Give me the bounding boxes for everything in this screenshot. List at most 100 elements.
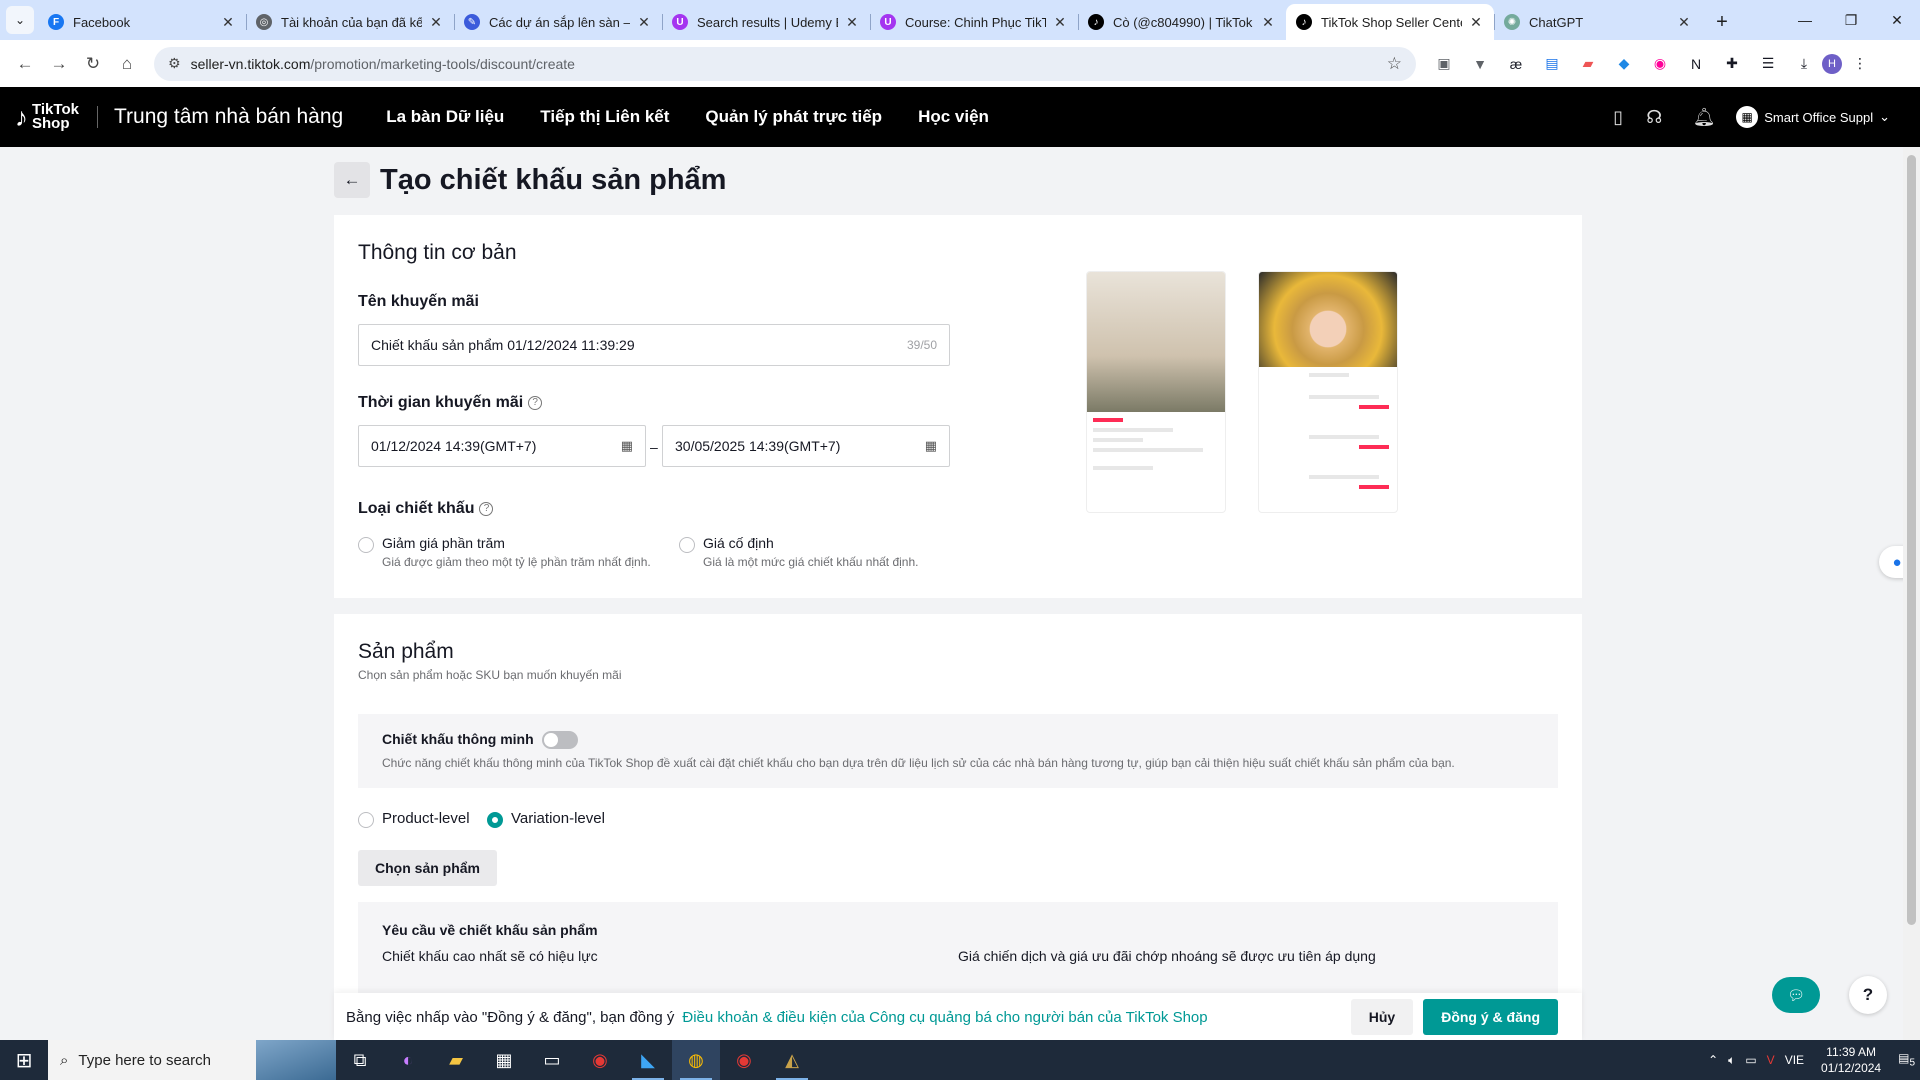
tray-chevron-icon[interactable]: ⌃ <box>1708 1053 1718 1067</box>
nav-affiliate[interactable]: Tiếp thị Liên kết <box>540 107 669 127</box>
browser-menu-icon[interactable]: ⋮ <box>1842 49 1878 79</box>
radio-product-level[interactable]: Product-level <box>358 810 470 828</box>
new-tab-button[interactable]: + <box>1708 8 1736 36</box>
nav-data-compass[interactable]: La bàn Dữ liệu <box>386 107 504 127</box>
tab-close-icon[interactable]: ✕ <box>220 14 236 31</box>
app-red-icon[interactable]: ◉ <box>576 1040 624 1080</box>
clock[interactable]: 11:39 AM 01/12/2024 <box>1821 1044 1881 1076</box>
close-window-button[interactable]: ✕ <box>1874 0 1920 40</box>
minimize-button[interactable]: — <box>1782 0 1828 40</box>
copilot-icon[interactable]: ◐ <box>384 1040 432 1080</box>
back-nav-icon[interactable]: ← <box>8 47 42 81</box>
browser-tab[interactable]: ♪ Cò (@c804990) | TikTok ✕ <box>1078 4 1286 40</box>
notification-bell-icon[interactable]: 🔔︎ <box>1686 107 1722 128</box>
support-headset-icon[interactable]: ☊ <box>1636 107 1672 128</box>
notification-center-icon[interactable]: ▤5 <box>1898 1051 1915 1068</box>
nav-academy[interactable]: Học viện <box>918 107 989 127</box>
extension-orange-icon[interactable]: ◉ <box>1642 49 1678 79</box>
extensions-puzzle-icon[interactable]: ✚ <box>1714 49 1750 79</box>
restore-button[interactable]: ❐ <box>1828 0 1874 40</box>
browser-tab[interactable]: ◎ Tài khoản của bạn đã kết nối ✕ <box>246 4 454 40</box>
chat-bubble-icon[interactable]: 💬︎ <box>1772 977 1820 1013</box>
network-icon[interactable]: ▭ <box>1745 1053 1756 1067</box>
cancel-button[interactable]: Hủy <box>1350 999 1414 1035</box>
reload-icon[interactable]: ↻ <box>76 47 110 81</box>
select-products-button[interactable]: Chọn sản phẩm <box>358 850 498 886</box>
help-icon[interactable]: ? <box>479 501 494 516</box>
page-scrollbar[interactable] <box>1903 147 1920 1040</box>
app-red2-icon[interactable]: ◉ <box>720 1040 768 1080</box>
radio-circle[interactable] <box>358 537 374 553</box>
tab-close-icon[interactable]: ✕ <box>1676 14 1692 31</box>
terms-link[interactable]: Điều khoản & điều kiện của Công cụ quảng… <box>682 1009 1207 1026</box>
game-app-icon[interactable]: ◭ <box>768 1040 816 1080</box>
browser-tab[interactable]: ✺ ChatGPT ✕ <box>1494 4 1702 40</box>
store-icon[interactable]: ▦ <box>480 1040 528 1080</box>
forward-nav-icon[interactable]: → <box>42 47 76 81</box>
browser-tab[interactable]: F Facebook ✕ <box>38 4 246 40</box>
promo-name-label: Tên khuyến mãi <box>358 293 479 310</box>
tab-close-icon[interactable]: ✕ <box>636 14 652 31</box>
extension-v-icon[interactable]: ▼ <box>1462 49 1498 79</box>
help-question-icon[interactable]: ? <box>1849 976 1887 1014</box>
downloads-icon[interactable]: ⤓ <box>1786 49 1822 79</box>
terminal-icon[interactable]: ▭ <box>528 1040 576 1080</box>
radio-circle[interactable] <box>358 812 374 828</box>
radio-fixed-price[interactable]: Giá cố định Giá là một mức giá chiết khấu… <box>679 535 918 569</box>
tab-close-icon[interactable]: ✕ <box>428 14 444 31</box>
bookmark-star-icon[interactable]: ☆ <box>1387 54 1402 74</box>
mobile-icon[interactable]: ▯ <box>1600 107 1636 128</box>
extension-ae-icon[interactable]: æ <box>1498 49 1534 79</box>
extension-facebook-icon[interactable]: ▣ <box>1426 49 1462 79</box>
browser-tab[interactable]: U Search results | Udemy Bu ✕ <box>662 4 870 40</box>
radio-variation-level[interactable]: Variation-level <box>487 810 605 828</box>
seller-center-title[interactable]: Trung tâm nhà bán hàng <box>114 105 343 129</box>
language-indicator[interactable]: VIE <box>1785 1053 1804 1067</box>
tab-close-icon[interactable]: ✕ <box>1052 14 1068 31</box>
help-icon[interactable]: ? <box>528 395 543 410</box>
agree-publish-button[interactable]: Đồng ý & đăng <box>1423 999 1558 1035</box>
nav-live-management[interactable]: Quản lý phát trực tiếp <box>705 107 882 127</box>
calendar-icon: ▦ <box>620 438 633 453</box>
end-date-input[interactable]: 30/05/2025 14:39(GMT+7) ▦ <box>662 425 950 467</box>
tab-close-icon[interactable]: ✕ <box>1260 14 1276 31</box>
smart-discount-toggle[interactable] <box>541 731 578 750</box>
tab-close-icon[interactable]: ✕ <box>1468 14 1484 31</box>
extension-red-icon[interactable]: ▰ <box>1570 49 1606 79</box>
vscode-icon[interactable]: ◣ <box>624 1040 672 1080</box>
site-info-icon[interactable]: ⚙ <box>168 55 181 72</box>
task-view-icon[interactable]: ⧉ <box>336 1040 384 1080</box>
smart-discount-panel: Chiết khấu thông minh Chức năng chiết kh… <box>358 714 1558 788</box>
tab-search-button[interactable]: ⌄ <box>6 6 34 34</box>
shop-account-menu[interactable]: ▦ Smart Office Suppl ⌄ <box>1736 106 1890 128</box>
taskbar-search[interactable]: ⌕ Type here to search <box>48 1040 336 1080</box>
browser-tab[interactable]: U Course: Chinh Phục TikTok ✕ <box>870 4 1078 40</box>
tray-app-icon[interactable]: V <box>1767 1053 1775 1067</box>
radio-circle-selected[interactable] <box>487 812 503 828</box>
extension-blue-icon[interactable]: ◆ <box>1606 49 1642 79</box>
tiktok-shop-logo[interactable]: ♪ TikTok Shop <box>15 102 79 133</box>
browser-tab[interactable]: ✎ Các dự án sắp lên sàn – Tr ✕ <box>454 4 662 40</box>
start-date-input[interactable]: 01/12/2024 14:39(GMT+7) ▦ <box>358 425 646 467</box>
extension-translate-icon[interactable]: ▤ <box>1534 49 1570 79</box>
char-counter: 39/50 <box>906 338 937 352</box>
tab-title: Các dự án sắp lên sàn – Tr <box>489 14 630 30</box>
file-explorer-icon[interactable]: ▰ <box>432 1040 480 1080</box>
address-bar[interactable]: ⚙ seller-vn.tiktok.com/promotion/marketi… <box>154 46 1416 81</box>
volume-icon[interactable]: 🔈︎ <box>1728 1053 1735 1068</box>
radio-percentage-discount[interactable]: Giảm giá phần trăm Giá được giảm theo một… <box>358 535 651 569</box>
profile-avatar[interactable]: H <box>1822 53 1842 74</box>
tab-close-icon[interactable]: ✕ <box>844 14 860 31</box>
end-date-value: 30/05/2025 14:39(GMT+7) <box>675 438 841 454</box>
home-icon[interactable]: ⌂ <box>110 47 144 81</box>
back-button[interactable]: ← <box>334 162 370 198</box>
system-tray: ⌃ 🔈︎ ▭ V VIE 11:39 AM 01/12/2024 ▤5 <box>1703 1044 1920 1076</box>
extension-notion-icon[interactable]: N <box>1678 49 1714 79</box>
tab-title: Search results | Udemy Bu <box>697 14 838 30</box>
windows-start-icon[interactable]: ⊞ <box>0 1040 48 1080</box>
promo-name-input[interactable]: Chiết khấu sản phẩm 01/12/2024 11:39:29 … <box>358 324 950 366</box>
browser-tab[interactable]: ♪ TikTok Shop Seller Center ✕ <box>1286 4 1494 40</box>
radio-circle[interactable] <box>679 537 695 553</box>
chrome-icon[interactable]: ◍ <box>672 1040 720 1080</box>
reading-list-icon[interactable]: ☰ <box>1750 49 1786 79</box>
